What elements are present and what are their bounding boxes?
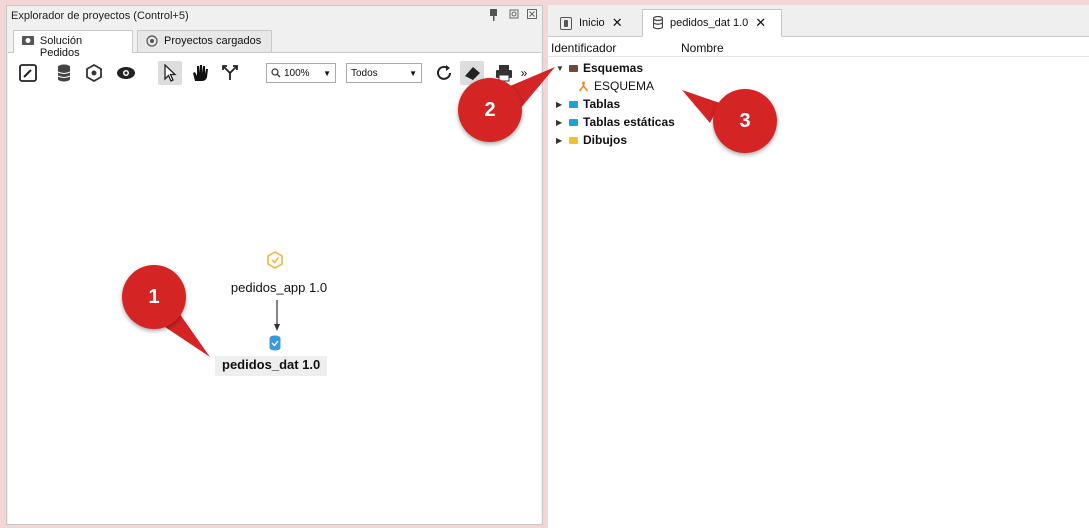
folder-icon <box>569 136 578 144</box>
zoom-value: 100% <box>284 67 310 79</box>
schema-icon <box>578 81 589 91</box>
app-node-label[interactable]: pedidos_app 1.0 <box>224 280 334 295</box>
caret-right-icon[interactable]: ▶ <box>556 136 564 145</box>
pin-icon[interactable] <box>487 9 500 22</box>
layout-icon[interactable] <box>218 61 242 85</box>
callout-number: 2 <box>458 78 522 142</box>
search-icon <box>271 68 281 78</box>
tree-node-tablas[interactable]: ▶ Tablas <box>556 96 620 112</box>
view-eye-icon[interactable] <box>114 61 138 85</box>
callout-number: 1 <box>122 265 186 329</box>
tree-label: Tablas estáticas <box>583 115 675 129</box>
tree-label: Tablas <box>583 97 621 111</box>
hexagon-app-icon[interactable] <box>82 61 106 85</box>
tab-label: Proyectos cargados <box>164 35 262 47</box>
dependency-arrow <box>274 300 280 335</box>
diagram-canvas[interactable]: pedidos_app 1.0 pedidos_dat 1.0 <box>8 92 541 524</box>
tree-label: Dibujos <box>583 133 627 147</box>
folder-icon <box>569 100 578 108</box>
chevron-down-icon: ▼ <box>323 68 331 78</box>
zoom-select[interactable]: 100% ▼ <box>266 63 336 83</box>
db-node-icon[interactable] <box>269 335 281 354</box>
database-icon <box>653 16 663 30</box>
tab-label: pedidos_dat 1.0 <box>670 17 749 29</box>
solution-icon <box>22 36 34 45</box>
pan-hand-icon[interactable] <box>188 61 212 85</box>
folder-icon <box>569 118 578 126</box>
folder-icon <box>569 64 578 72</box>
tree-node-esquema[interactable]: ESQUEMA <box>578 78 654 94</box>
tree-header: Identificador Nombre <box>548 41 1089 57</box>
database-icon[interactable] <box>52 61 76 85</box>
tab-inicio[interactable]: Inicio ✕ <box>550 9 633 37</box>
filter-select[interactable]: Todos ▼ <box>346 63 422 83</box>
callout-number: 3 <box>713 89 777 153</box>
tree-label: ESQUEMA <box>594 79 655 93</box>
close-icon[interactable]: ✕ <box>612 15 623 31</box>
tab-label: Inicio <box>579 17 605 29</box>
tree-node-esquemas[interactable]: ▼ Esquemas <box>556 60 643 76</box>
tree-node-tablas-estaticas[interactable]: ▶ Tablas estáticas <box>556 114 675 130</box>
chevron-down-icon: ▼ <box>409 68 417 78</box>
loaded-projects-icon <box>146 35 158 47</box>
editor-tabs: Inicio ✕ pedidos_dat 1.0 ✕ <box>548 5 1089 37</box>
select-pointer-icon[interactable] <box>158 61 182 85</box>
tab-proyectos-cargados[interactable]: Proyectos cargados <box>137 30 272 53</box>
close-icon[interactable]: ✕ <box>755 15 766 31</box>
db-node-label[interactable]: pedidos_dat 1.0 <box>215 356 328 376</box>
tab-pedidos-dat[interactable]: pedidos_dat 1.0 ✕ <box>642 9 782 37</box>
close-panel-icon[interactable] <box>525 9 538 22</box>
home-icon <box>560 16 572 30</box>
editor-panel: Inicio ✕ pedidos_dat 1.0 ✕ Identificador… <box>548 5 1089 528</box>
column-nombre[interactable]: Nombre <box>681 41 724 55</box>
restore-icon[interactable] <box>507 9 520 22</box>
filter-value: Todos <box>351 67 378 79</box>
tree-node-dibujos[interactable]: ▶ Dibujos <box>556 132 627 148</box>
panel-title: Explorador de proyectos (Control+5) <box>11 10 189 22</box>
refresh-icon[interactable] <box>432 61 456 85</box>
column-identificador[interactable]: Identificador <box>551 41 616 55</box>
tab-label: Solución Pedidos <box>39 35 83 59</box>
tab-solucion-pedidos[interactable]: Solución Pedidos <box>13 30 133 59</box>
edit-icon[interactable] <box>16 61 40 85</box>
tree-label: Esquemas <box>583 61 644 75</box>
app-node-icon[interactable] <box>267 251 283 272</box>
